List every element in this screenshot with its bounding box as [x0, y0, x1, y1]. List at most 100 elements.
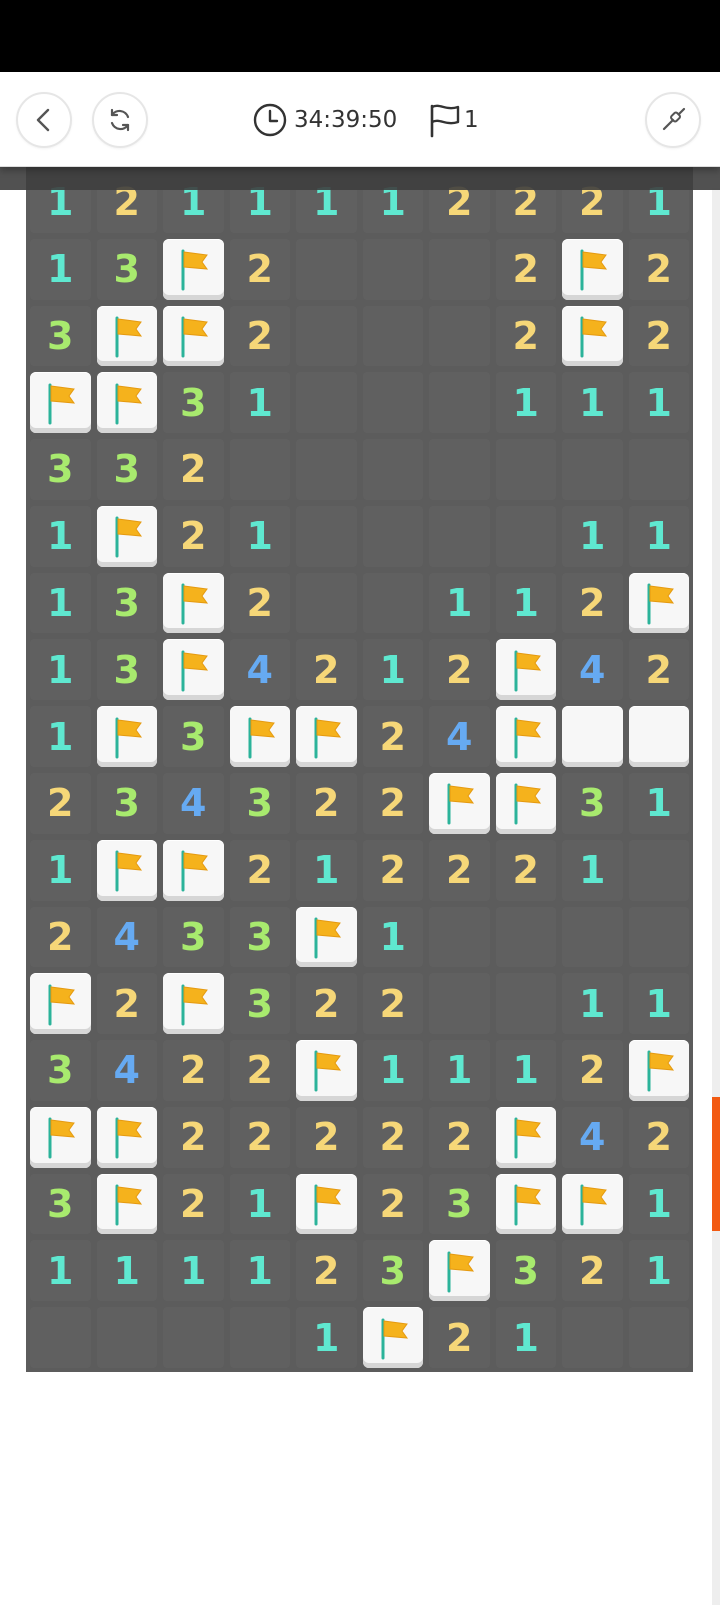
- number-cell[interactable]: 1: [229, 505, 290, 567]
- flagged-cell[interactable]: [429, 1240, 490, 1302]
- flagged-cell[interactable]: [163, 839, 224, 901]
- number-cell[interactable]: 1: [229, 1173, 290, 1235]
- empty-cell[interactable]: [429, 372, 490, 434]
- flagged-cell[interactable]: [495, 639, 556, 701]
- number-cell[interactable]: 1: [362, 639, 423, 701]
- number-cell[interactable]: 1: [30, 706, 91, 767]
- number-cell[interactable]: 3: [96, 639, 157, 701]
- number-cell[interactable]: 1: [628, 505, 689, 567]
- number-cell[interactable]: 2: [96, 973, 157, 1035]
- covered-cell[interactable]: [562, 706, 623, 767]
- number-cell[interactable]: 1: [229, 1240, 290, 1302]
- number-cell[interactable]: 1: [495, 1040, 556, 1101]
- empty-cell[interactable]: [362, 439, 423, 500]
- flagged-cell[interactable]: [96, 505, 157, 567]
- number-cell[interactable]: 4: [429, 706, 490, 767]
- empty-cell[interactable]: [429, 505, 490, 567]
- empty-cell[interactable]: [429, 973, 490, 1035]
- number-cell[interactable]: 2: [362, 773, 423, 834]
- number-cell[interactable]: 3: [163, 706, 224, 767]
- number-cell[interactable]: 2: [163, 1106, 224, 1168]
- number-cell[interactable]: 1: [30, 238, 91, 300]
- flagged-cell[interactable]: [96, 706, 157, 767]
- number-cell[interactable]: 2: [362, 1106, 423, 1168]
- empty-cell[interactable]: [628, 906, 689, 968]
- flagged-cell[interactable]: [30, 372, 91, 434]
- empty-cell[interactable]: [429, 439, 490, 500]
- empty-cell[interactable]: [163, 1307, 224, 1368]
- empty-cell[interactable]: [229, 1307, 290, 1368]
- empty-cell[interactable]: [30, 1307, 91, 1368]
- empty-cell[interactable]: [495, 505, 556, 567]
- flagged-cell[interactable]: [562, 238, 623, 300]
- number-cell[interactable]: 2: [229, 1106, 290, 1168]
- number-cell[interactable]: 2: [628, 238, 689, 300]
- flagged-cell[interactable]: [163, 238, 224, 300]
- number-cell[interactable]: 1: [628, 773, 689, 834]
- empty-cell[interactable]: [229, 439, 290, 500]
- number-cell[interactable]: 2: [429, 639, 490, 701]
- number-cell[interactable]: 4: [562, 639, 623, 701]
- number-cell[interactable]: 2: [495, 238, 556, 300]
- number-cell[interactable]: 2: [495, 839, 556, 901]
- empty-cell[interactable]: [362, 238, 423, 300]
- number-cell[interactable]: 2: [229, 238, 290, 300]
- empty-cell[interactable]: [296, 572, 357, 634]
- number-cell[interactable]: 3: [495, 1240, 556, 1302]
- number-cell[interactable]: 1: [163, 1240, 224, 1302]
- number-cell[interactable]: 2: [429, 1307, 490, 1368]
- empty-cell[interactable]: [628, 1307, 689, 1368]
- number-cell[interactable]: 2: [362, 839, 423, 901]
- number-cell[interactable]: 1: [229, 372, 290, 434]
- empty-cell[interactable]: [296, 305, 357, 367]
- number-cell[interactable]: 2: [30, 906, 91, 968]
- number-cell[interactable]: 2: [229, 305, 290, 367]
- number-cell[interactable]: 3: [229, 973, 290, 1035]
- flagged-cell[interactable]: [229, 706, 290, 767]
- covered-cell[interactable]: [628, 706, 689, 767]
- empty-cell[interactable]: [296, 372, 357, 434]
- flagged-cell[interactable]: [429, 773, 490, 834]
- number-cell[interactable]: 2: [628, 1106, 689, 1168]
- number-cell[interactable]: 2: [429, 1106, 490, 1168]
- flagged-cell[interactable]: [163, 639, 224, 701]
- empty-cell[interactable]: [495, 906, 556, 968]
- number-cell[interactable]: 2: [362, 973, 423, 1035]
- number-cell[interactable]: 3: [30, 305, 91, 367]
- number-cell[interactable]: 3: [362, 1240, 423, 1302]
- flagged-cell[interactable]: [30, 1106, 91, 1168]
- number-cell[interactable]: 3: [229, 906, 290, 968]
- number-cell[interactable]: 1: [296, 1307, 357, 1368]
- number-cell[interactable]: 1: [562, 505, 623, 567]
- number-cell[interactable]: 1: [30, 639, 91, 701]
- flagged-cell[interactable]: [628, 1040, 689, 1101]
- number-cell[interactable]: 1: [628, 1240, 689, 1302]
- number-cell[interactable]: 2: [495, 305, 556, 367]
- number-cell[interactable]: 4: [163, 773, 224, 834]
- empty-cell[interactable]: [362, 305, 423, 367]
- number-cell[interactable]: 2: [296, 639, 357, 701]
- empty-cell[interactable]: [429, 906, 490, 968]
- empty-cell[interactable]: [495, 439, 556, 500]
- scrollbar-track[interactable]: [712, 188, 720, 1605]
- empty-cell[interactable]: [296, 505, 357, 567]
- number-cell[interactable]: 1: [429, 572, 490, 634]
- number-cell[interactable]: 1: [30, 505, 91, 567]
- number-cell[interactable]: 2: [562, 572, 623, 634]
- empty-cell[interactable]: [296, 439, 357, 500]
- number-cell[interactable]: 2: [628, 305, 689, 367]
- number-cell[interactable]: 2: [362, 1173, 423, 1235]
- number-cell[interactable]: 2: [429, 839, 490, 901]
- number-cell[interactable]: 1: [628, 372, 689, 434]
- number-cell[interactable]: 3: [30, 1040, 91, 1101]
- flagged-cell[interactable]: [163, 973, 224, 1035]
- flagged-cell[interactable]: [296, 1040, 357, 1101]
- number-cell[interactable]: 2: [229, 1040, 290, 1101]
- empty-cell[interactable]: [96, 1307, 157, 1368]
- number-cell[interactable]: 2: [163, 439, 224, 500]
- number-cell[interactable]: 3: [163, 906, 224, 968]
- empty-cell[interactable]: [429, 238, 490, 300]
- number-cell[interactable]: 2: [229, 839, 290, 901]
- flagged-cell[interactable]: [30, 973, 91, 1035]
- empty-cell[interactable]: [562, 906, 623, 968]
